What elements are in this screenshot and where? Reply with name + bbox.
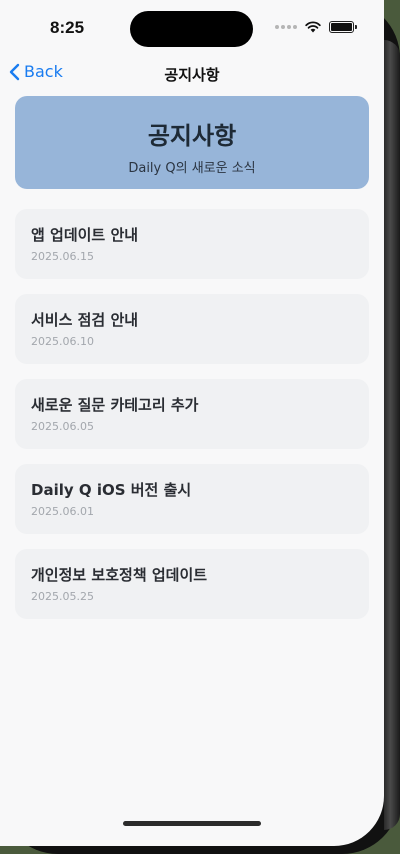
notice-item[interactable]: Daily Q iOS 버전 출시 2025.06.01 [15,464,369,534]
nav-title: 공지사항 [164,66,220,84]
device-frame: 8:25 Back 공지사항 공지사항 Daily Q의 새로운 소식 앱 업데… [0,0,400,854]
cellular-signal-icon [275,25,297,29]
notice-item[interactable]: 새로운 질문 카테고리 추가 2025.06.05 [15,379,369,449]
notice-item[interactable]: 앱 업데이트 안내 2025.06.15 [15,209,369,279]
battery-icon [329,21,357,33]
notice-title: 새로운 질문 카테고리 추가 [31,396,199,414]
wifi-icon [305,21,321,33]
notice-date: 2025.05.25 [31,590,94,603]
notice-date: 2025.06.05 [31,420,94,433]
screen: 8:25 Back 공지사항 공지사항 Daily Q의 새로운 소식 앱 업데… [0,0,384,846]
banner-title: 공지사항 [147,122,237,150]
status-time: 8:25 [50,18,85,37]
dynamic-island [130,11,253,47]
notice-title: 앱 업데이트 안내 [31,226,139,244]
header-banner: 공지사항 Daily Q의 새로운 소식 [15,96,369,189]
notice-title: 서비스 점검 안내 [31,311,139,329]
home-indicator[interactable] [123,821,261,826]
notice-list: 앱 업데이트 안내 2025.06.15 서비스 점검 안내 2025.06.1… [15,209,369,634]
navigation-bar: Back 공지사항 [0,56,384,92]
notice-item[interactable]: 개인정보 보호정책 업데이트 2025.05.25 [15,549,369,619]
status-bar: 8:25 [0,0,384,54]
status-icons [275,21,357,33]
notice-item[interactable]: 서비스 점검 안내 2025.06.10 [15,294,369,364]
notice-date: 2025.06.10 [31,335,94,348]
notice-title: 개인정보 보호정책 업데이트 [31,566,208,584]
notice-date: 2025.06.01 [31,505,94,518]
device-edge [384,40,400,830]
notice-title: Daily Q iOS 버전 출시 [31,481,192,499]
banner-subtitle: Daily Q의 새로운 소식 [128,161,256,176]
notice-date: 2025.06.15 [31,250,94,263]
